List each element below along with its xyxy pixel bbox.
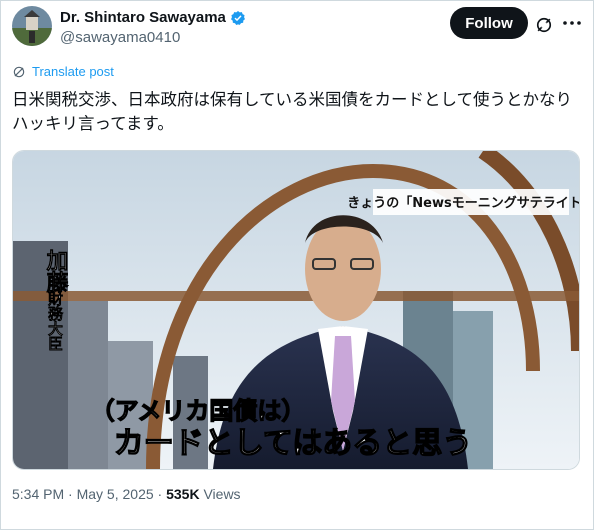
translate-label[interactable]: Translate post bbox=[32, 64, 114, 79]
video-thumbnail[interactable]: きょうの「Newsモーニングサテライト」 加藤 財務大臣 （アメリカ国債は） カ… bbox=[12, 150, 580, 470]
follow-button[interactable]: Follow bbox=[450, 7, 528, 39]
post-text: 日米関税交渉、日本政府は保有している米国債をカードとして使うとかなりハッキリ言っ… bbox=[12, 91, 573, 133]
translate-icon bbox=[13, 66, 25, 77]
handle[interactable]: @sawayama0410 bbox=[60, 29, 180, 46]
display-name[interactable]: Dr. Shintaro Sawayama bbox=[60, 9, 226, 26]
subtitle-line-2: カードとしてはあると思う bbox=[114, 426, 473, 461]
name-row: Dr. Shintaro Sawayama bbox=[60, 9, 246, 26]
avatar[interactable] bbox=[12, 6, 52, 46]
post-date[interactable]: May 5, 2025 bbox=[77, 486, 154, 502]
verified-badge-icon bbox=[230, 10, 245, 25]
subtitle-line-1: （アメリカ国債は） bbox=[91, 397, 306, 425]
meta-separator: · bbox=[153, 486, 167, 502]
post-header: Dr. Shintaro Sawayama @sawayama0410 Foll… bbox=[12, 6, 582, 48]
post-meta: 5:34 PM · May 5, 2025 · 535K Views bbox=[12, 486, 241, 502]
corner-caption: きょうの「Newsモーニングサテライト」 bbox=[347, 195, 579, 211]
views-count: 535K bbox=[166, 486, 200, 502]
translate-post-link[interactable]: Translate post bbox=[12, 64, 114, 79]
side-title: 財務大臣 bbox=[46, 290, 64, 351]
post-time[interactable]: 5:34 PM bbox=[12, 486, 64, 502]
more-options-icon[interactable] bbox=[562, 19, 582, 27]
grok-icon[interactable] bbox=[534, 15, 554, 35]
side-name: 加藤 bbox=[43, 249, 70, 294]
views-label: Views bbox=[199, 486, 241, 502]
meta-separator: · bbox=[64, 486, 77, 502]
video-frame: きょうの「Newsモーニングサテライト」 加藤 財務大臣 （アメリカ国債は） カ… bbox=[13, 151, 579, 469]
